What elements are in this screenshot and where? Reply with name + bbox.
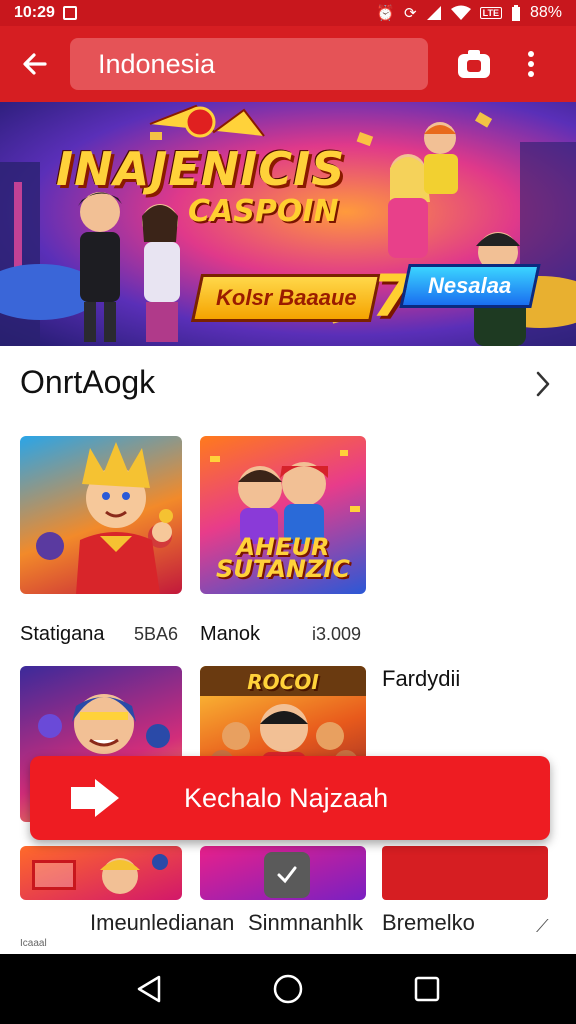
sync-icon: ⟳	[404, 4, 417, 22]
pencil-icon[interactable]: ⟋	[536, 916, 549, 937]
banner-title: INAJENICIS	[56, 142, 346, 196]
banner-ribbon-right-text: Nesalaa	[428, 273, 512, 298]
game-tile-7[interactable]	[382, 846, 548, 900]
game-tile-1[interactable]	[20, 436, 182, 594]
square-recents-icon	[414, 976, 439, 1002]
camera-button[interactable]	[442, 26, 506, 102]
arrow-left-icon	[23, 53, 47, 75]
lte-badge: LTE	[479, 7, 502, 19]
game-name-1: Statigana	[20, 623, 105, 645]
back-button[interactable]	[0, 26, 70, 102]
bottom-link-1[interactable]: Imeunledianan	[90, 910, 234, 936]
battery-percent: 88%	[529, 4, 562, 21]
video-badge-icon	[32, 860, 76, 890]
bottom-link-2[interactable]: Sinmnanhlk	[248, 910, 363, 936]
notification-icon	[62, 6, 77, 20]
banner-subtitle: CASPOIN	[188, 194, 339, 229]
arrow-right-icon	[71, 779, 119, 817]
search-input[interactable]: Indonesia	[70, 38, 428, 90]
more-vert-icon	[528, 51, 534, 77]
wifi-icon	[450, 5, 471, 20]
checkmark-icon[interactable]	[264, 852, 310, 898]
nav-recents-button[interactable]	[397, 959, 457, 1019]
camera-icon	[458, 50, 490, 78]
section-title: OnrtAogk	[20, 364, 156, 400]
app-bar: Indonesia	[0, 26, 576, 102]
game-tile-2[interactable]: AHEUR SUTANZIC	[200, 436, 366, 594]
signal-icon	[426, 6, 441, 20]
battery-icon	[511, 5, 520, 21]
status-time: 10:29	[14, 4, 55, 21]
system-nav-bar	[0, 954, 576, 1024]
game-meta-1: 5BA6	[134, 624, 179, 644]
status-icons: ⏰ ⟳ LTE 88%	[376, 4, 562, 22]
alarm-icon: ⏰	[376, 4, 396, 22]
circle-home-icon	[273, 974, 303, 1004]
banner-ribbon-right: Nesalaa	[399, 264, 541, 308]
game-name-2: Manok	[200, 623, 261, 645]
check-glyph-icon	[277, 866, 297, 884]
side-label: Fardydii	[382, 666, 461, 691]
bottom-link-3[interactable]: Bremelko	[382, 910, 475, 936]
game-tile-2-caption: AHEUR SUTANZIC	[216, 533, 350, 583]
triangle-back-icon	[138, 975, 161, 1003]
chevron-right-icon	[536, 371, 550, 397]
game-art-1	[36, 442, 173, 594]
nav-back-button[interactable]	[119, 959, 179, 1019]
bottom-links: Imeunledianan Sinmnanhlk Bremelko Icaaal…	[0, 900, 576, 952]
bottom-fade-text: Icaaal	[20, 938, 47, 949]
cta-icon-wrapper	[30, 756, 160, 840]
game-meta-2: i3.009	[312, 624, 362, 644]
banner-ribbon-left-text: Kolsr Baaaue	[215, 285, 357, 310]
nav-home-button[interactable]	[258, 959, 318, 1019]
install-cta-button[interactable]: Kechalo Najzaah	[30, 756, 550, 840]
promo-banner[interactable]: INAJENICIS CASPOIN Kolsr Baaaue 7 Nesala…	[0, 102, 576, 346]
banner-ribbon-left: Kolsr Baaaue	[190, 274, 382, 322]
search-input-value: Indonesia	[98, 48, 216, 79]
status-bar: 10:29 ⏰ ⟳ LTE 88%	[0, 0, 576, 26]
cta-label: Kechalo Najzaah	[184, 782, 389, 813]
more-options-button[interactable]	[506, 26, 556, 102]
section-see-more-button[interactable]	[528, 366, 558, 402]
game-tile-4-caption: ROCOI	[247, 670, 319, 694]
